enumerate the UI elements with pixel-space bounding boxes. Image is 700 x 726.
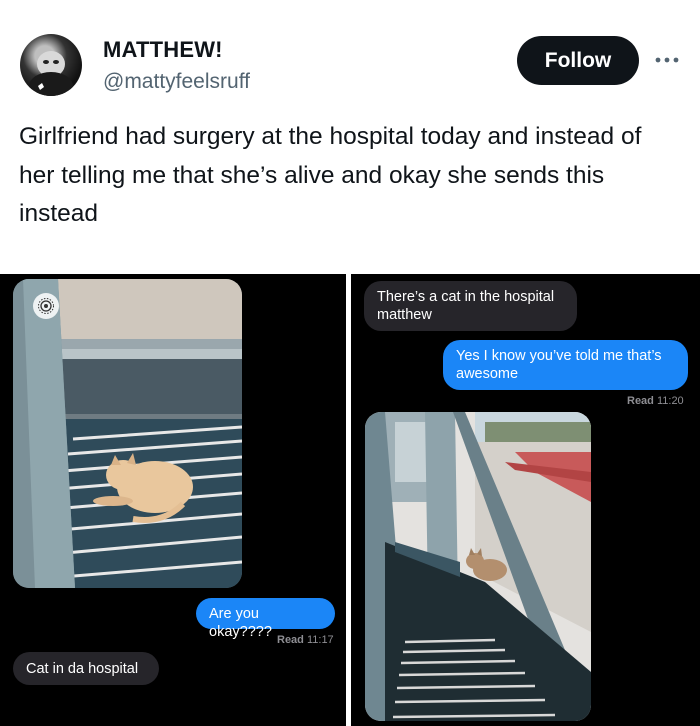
author-handle[interactable]: @mattyfeelsruff — [103, 70, 250, 94]
sent-message-bubble[interactable]: Are you okay???? — [196, 598, 335, 640]
read-receipt: Read 11:20 — [627, 395, 684, 407]
left-chat-screenshot: Are you okay???? Read 11:17 Cat in da ho… — [0, 274, 346, 726]
right-chat-screenshot: There’s a cat in the hospital matthew Ye… — [351, 274, 700, 726]
avatar[interactable] — [20, 34, 82, 96]
follow-button[interactable]: Follow — [517, 36, 639, 85]
read-label: Read — [277, 634, 304, 646]
tweet-header: MATTHEW! @mattyfeelsruff Follow Girlfrie… — [0, 0, 700, 270]
read-time: 11:20 — [656, 395, 684, 407]
cat-photo-2[interactable] — [365, 412, 591, 721]
received-message-bubble[interactable]: Cat in da hospital — [13, 652, 159, 685]
live-photo-icon[interactable] — [33, 293, 59, 319]
more-options-icon[interactable] — [652, 45, 682, 75]
sent-message-bubble[interactable]: Yes I know you’ve told me that’s awesome — [443, 340, 688, 390]
tweet-text: Girlfriend had surgery at the hospital t… — [19, 123, 642, 227]
read-time: 11:17 — [306, 634, 334, 646]
cat-photo-1[interactable] — [13, 279, 242, 588]
read-receipt: Read 11:17 — [277, 634, 334, 646]
author-name[interactable]: MATTHEW! — [103, 37, 223, 63]
received-message-bubble[interactable]: There’s a cat in the hospital matthew — [364, 281, 577, 331]
read-label: Read — [627, 395, 654, 407]
